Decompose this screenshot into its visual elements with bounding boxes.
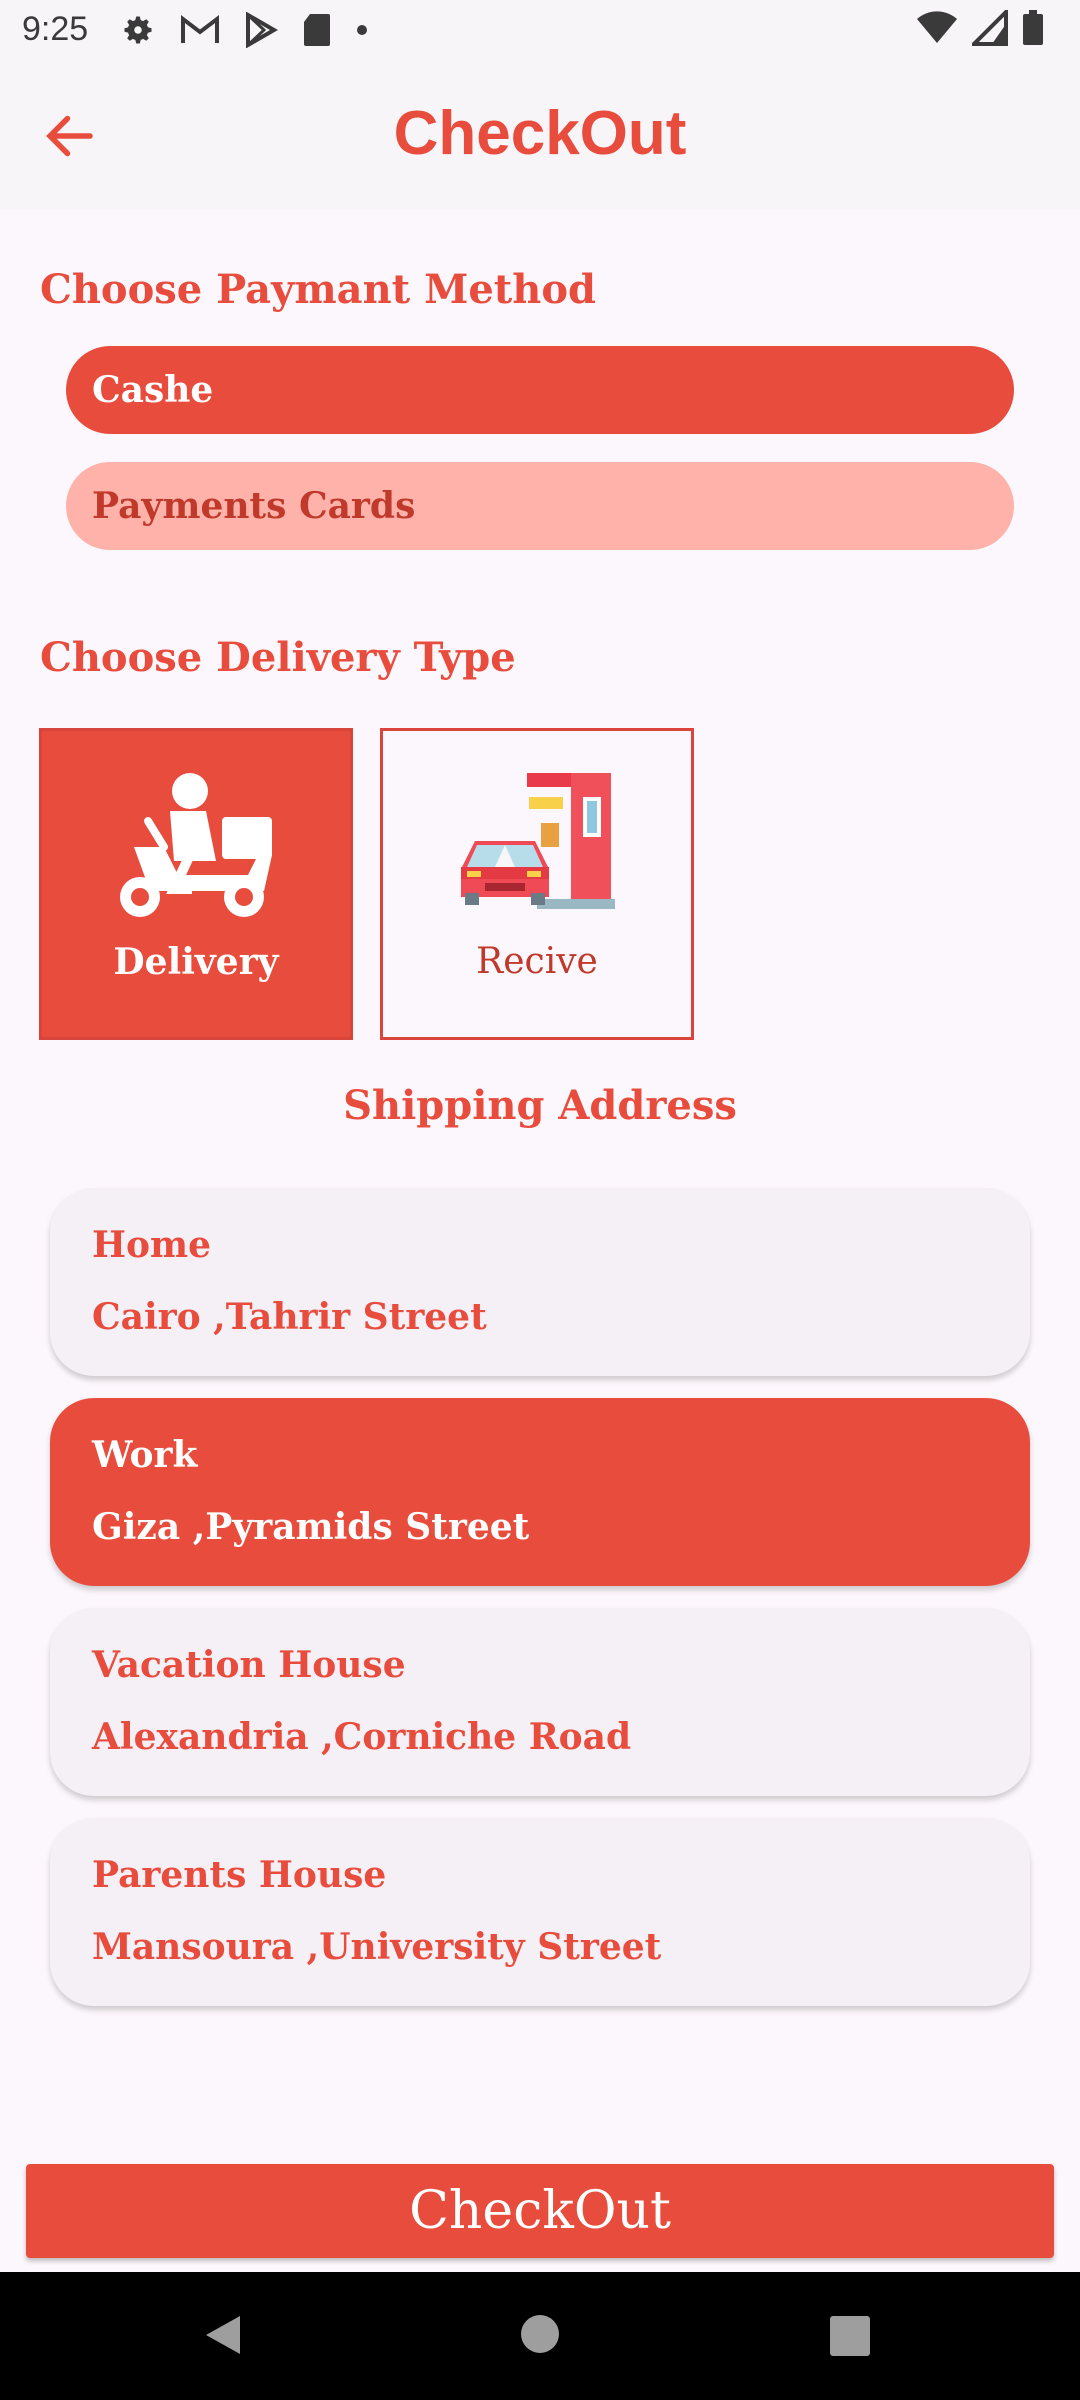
address-line: Mansoura ,University Street [92, 1926, 662, 1968]
status-bar: 9:25 [0, 0, 1080, 62]
payment-option-label: Cashe [92, 369, 214, 411]
address-card-work[interactable]: Work Giza ,Pyramids Street [50, 1398, 1030, 1586]
delivery-option-label: Recive [476, 941, 598, 982]
delivery-option-label: Delivery [113, 941, 279, 983]
scooter-icon [120, 773, 272, 917]
signal-icon [972, 10, 1008, 46]
play-store-icon [246, 12, 278, 48]
address-name: Parents House [92, 1854, 387, 1896]
page-title: CheckOut [393, 99, 687, 168]
nav-recents-button[interactable] [830, 2316, 870, 2361]
battery-icon [1023, 10, 1043, 45]
payment-option-label: Payments Cards [92, 485, 416, 527]
address-line: Cairo ,Tahrir Street [92, 1296, 487, 1338]
app-bar: CheckOut [0, 62, 1080, 210]
address-card-home[interactable]: Home Cairo ,Tahrir Street [50, 1188, 1030, 1376]
drive-thru-icon [461, 773, 615, 909]
shipping-section-title: Shipping Address [343, 1082, 737, 1129]
sd-card-icon [304, 14, 330, 46]
notification-icons [120, 12, 368, 48]
address-line: Giza ,Pyramids Street [92, 1506, 530, 1548]
address-card-parents-house[interactable]: Parents House Mansoura ,University Stree… [50, 1818, 1030, 2006]
settings-icon [124, 16, 152, 44]
address-name: Work [92, 1434, 198, 1476]
address-name: Home [92, 1224, 212, 1266]
gmail-icon [181, 14, 219, 43]
delivery-option-receive[interactable]: Recive [380, 728, 694, 1040]
system-icons [916, 10, 1044, 46]
nav-recents-icon [830, 2316, 870, 2356]
payment-option-cash[interactable]: Cashe [66, 346, 1014, 434]
dot-icon [357, 25, 367, 35]
checkout-button[interactable]: CheckOut [26, 2164, 1054, 2258]
payment-option-cards[interactable]: Payments Cards [66, 462, 1014, 550]
address-name: Vacation House [92, 1644, 406, 1686]
nav-home-icon [521, 2315, 559, 2353]
address-card-vacation-house[interactable]: Vacation House Alexandria ,Corniche Road [50, 1608, 1030, 1796]
delivery-option-delivery[interactable]: Delivery [39, 728, 353, 1040]
payment-section-title: Choose Paymant Method [40, 266, 596, 313]
status-time: 9:25 [22, 10, 89, 48]
nav-back-icon [206, 2316, 240, 2354]
delivery-section-title: Choose Delivery Type [40, 634, 516, 681]
nav-back-button[interactable] [200, 2312, 246, 2363]
address-line: Alexandria ,Corniche Road [92, 1716, 632, 1758]
system-navigation-bar [0, 2272, 1080, 2400]
nav-home-button[interactable] [520, 2314, 560, 2359]
wifi-icon [917, 11, 957, 43]
